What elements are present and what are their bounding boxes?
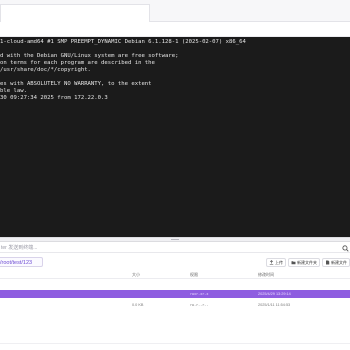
file-size: 0.0 KB xyxy=(132,302,144,307)
tab-strip xyxy=(0,0,350,22)
new-folder-label: 新建文件夹 xyxy=(297,259,317,265)
terminal-line: d with the Debian GNU/Linux system are f… xyxy=(0,53,179,59)
new-folder-button[interactable]: 新建文件夹 xyxy=(288,258,320,267)
file-permission: rw-r--r-- xyxy=(190,302,209,307)
active-session-tab[interactable] xyxy=(0,4,150,22)
table-row[interactable]: 0.0 KB rw-r--r-- 2025/1/11 11:54:53 xyxy=(0,301,350,309)
terminal-line: /usr/share/doc/*/copyright. xyxy=(0,67,91,73)
upload-button[interactable]: 上传 xyxy=(266,258,286,267)
terminal-line: on terms for each program are described … xyxy=(0,60,155,66)
new-file-button[interactable]: 新建文件 xyxy=(322,258,350,267)
file-table: 大小 权限 修改时间 rwxr-xr-x 2025/4/29 13:29:14 … xyxy=(0,270,350,307)
file-actions: 上传 新建文件夹 新建文件 xyxy=(266,258,350,267)
file-modified: 2025/1/11 11:54:53 xyxy=(258,302,291,307)
table-header: 大小 权限 修改时间 xyxy=(0,270,350,279)
column-header-permission[interactable]: 权限 xyxy=(190,272,198,277)
table-row[interactable]: rwxr-xr-x 2025/4/29 13:29:14 xyxy=(0,290,350,298)
column-header-modified[interactable]: 修改时间 xyxy=(258,272,274,277)
file-modified: 2025/4/29 13:29:14 xyxy=(258,291,291,296)
new-file-icon xyxy=(325,260,330,265)
new-file-label: 新建文件 xyxy=(331,259,347,265)
upload-label: 上传 xyxy=(275,259,283,265)
column-header-size[interactable]: 大小 xyxy=(132,272,140,277)
command-bar xyxy=(0,242,350,253)
grip-icon xyxy=(171,239,179,240)
new-folder-icon xyxy=(291,260,296,265)
terminal-line: 1-cloud-amd64 #1 SMP PREEMPT_DYNAMIC Deb… xyxy=(0,39,246,45)
search-icon xyxy=(341,239,349,257)
session-toolbar xyxy=(0,22,350,37)
file-permission: rwxr-xr-x xyxy=(190,291,209,296)
terminal-output[interactable]: 1-cloud-amd64 #1 SMP PREEMPT_DYNAMIC Deb… xyxy=(0,37,350,237)
terminal-line: es with ABSOLUTELY NO WARRANTY, to the e… xyxy=(0,81,152,87)
command-input[interactable] xyxy=(0,243,338,252)
terminal-line: ble law. xyxy=(0,88,27,94)
divider xyxy=(0,343,350,344)
upload-icon xyxy=(269,260,274,265)
path-breadcrumb[interactable]: /root/test/123 xyxy=(0,257,43,267)
terminal-line: 30 09:27:34 2025 from 172.22.0.3 xyxy=(0,95,108,101)
current-path: /root/test/123 xyxy=(0,260,33,266)
ssh-client-window: 1-cloud-amd64 #1 SMP PREEMPT_DYNAMIC Deb… xyxy=(0,0,350,350)
search-button[interactable] xyxy=(341,243,349,252)
